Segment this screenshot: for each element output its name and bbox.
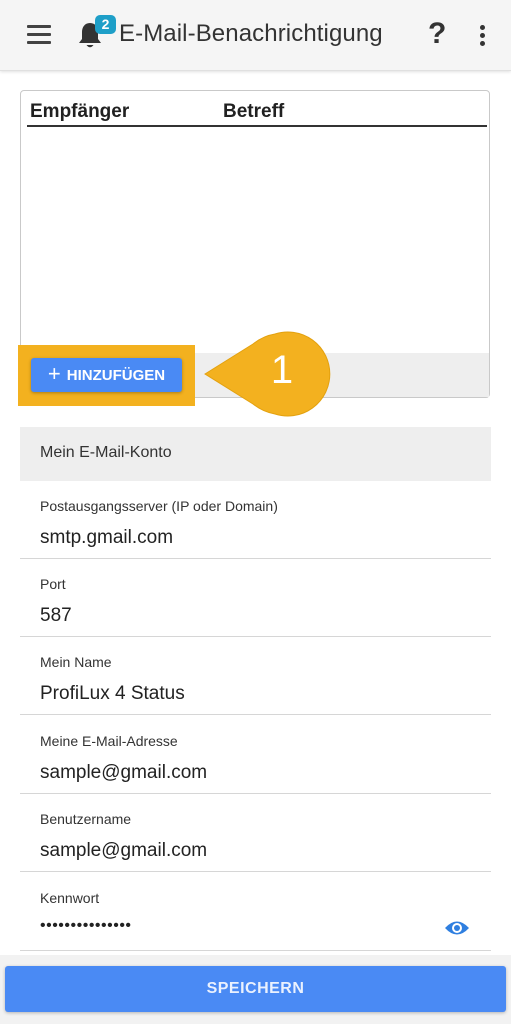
smtp-server-input[interactable]: smtp.gmail.com (40, 527, 173, 549)
smtp-server-field[interactable]: Postausgangsserver (IP oder Domain) smtp… (20, 481, 491, 559)
menu-icon[interactable] (27, 25, 51, 45)
email-account-section-header: Mein E-Mail-Konto (20, 427, 491, 481)
more-vert-icon[interactable] (479, 25, 487, 47)
page-title: E-Mail-Benachrichtigung (119, 20, 383, 47)
email-address-input[interactable]: sample@gmail.com (40, 762, 207, 784)
port-input[interactable]: 587 (40, 605, 72, 627)
field-label: Benutzername (40, 811, 132, 827)
section-title: Mein E-Mail-Konto (40, 444, 172, 461)
sender-name-input[interactable]: ProfiLux 4 Status (40, 683, 185, 705)
column-header-recipient[interactable]: Empfänger (30, 101, 129, 123)
show-password-icon[interactable] (444, 919, 470, 937)
plus-icon: + (47, 361, 61, 386)
field-label: Meine E-Mail-Adresse (40, 733, 178, 749)
notification-badge: 2 (95, 15, 116, 34)
save-button[interactable]: SPEICHERN (5, 966, 506, 1012)
field-label: Postausgangsserver (IP oder Domain) (40, 498, 278, 514)
port-field[interactable]: Port 587 (20, 559, 491, 637)
field-label: Port (40, 576, 66, 592)
add-recipient-button[interactable]: + HINZUFÜGEN (31, 358, 182, 392)
help-icon[interactable]: ? (428, 17, 446, 51)
email-address-field[interactable]: Meine E-Mail-Adresse sample@gmail.com (20, 716, 491, 794)
callout-number: 1 (270, 348, 294, 392)
username-input[interactable]: sample@gmail.com (40, 840, 207, 862)
app-bar: 2 E-Mail-Benachrichtigung ? (0, 0, 511, 71)
username-field[interactable]: Benutzername sample@gmail.com (20, 794, 491, 872)
password-input[interactable]: ••••••••••••••• (40, 917, 132, 935)
column-header-subject[interactable]: Betreff (223, 101, 284, 123)
field-label: Kennwort (40, 890, 100, 906)
password-field[interactable]: Kennwort ••••••••••••••• (20, 873, 491, 951)
header-divider (27, 125, 487, 127)
add-button-label: HINZUFÜGEN (66, 366, 166, 384)
field-label: Mein Name (40, 654, 112, 670)
sender-name-field[interactable]: Mein Name ProfiLux 4 Status (20, 637, 491, 715)
